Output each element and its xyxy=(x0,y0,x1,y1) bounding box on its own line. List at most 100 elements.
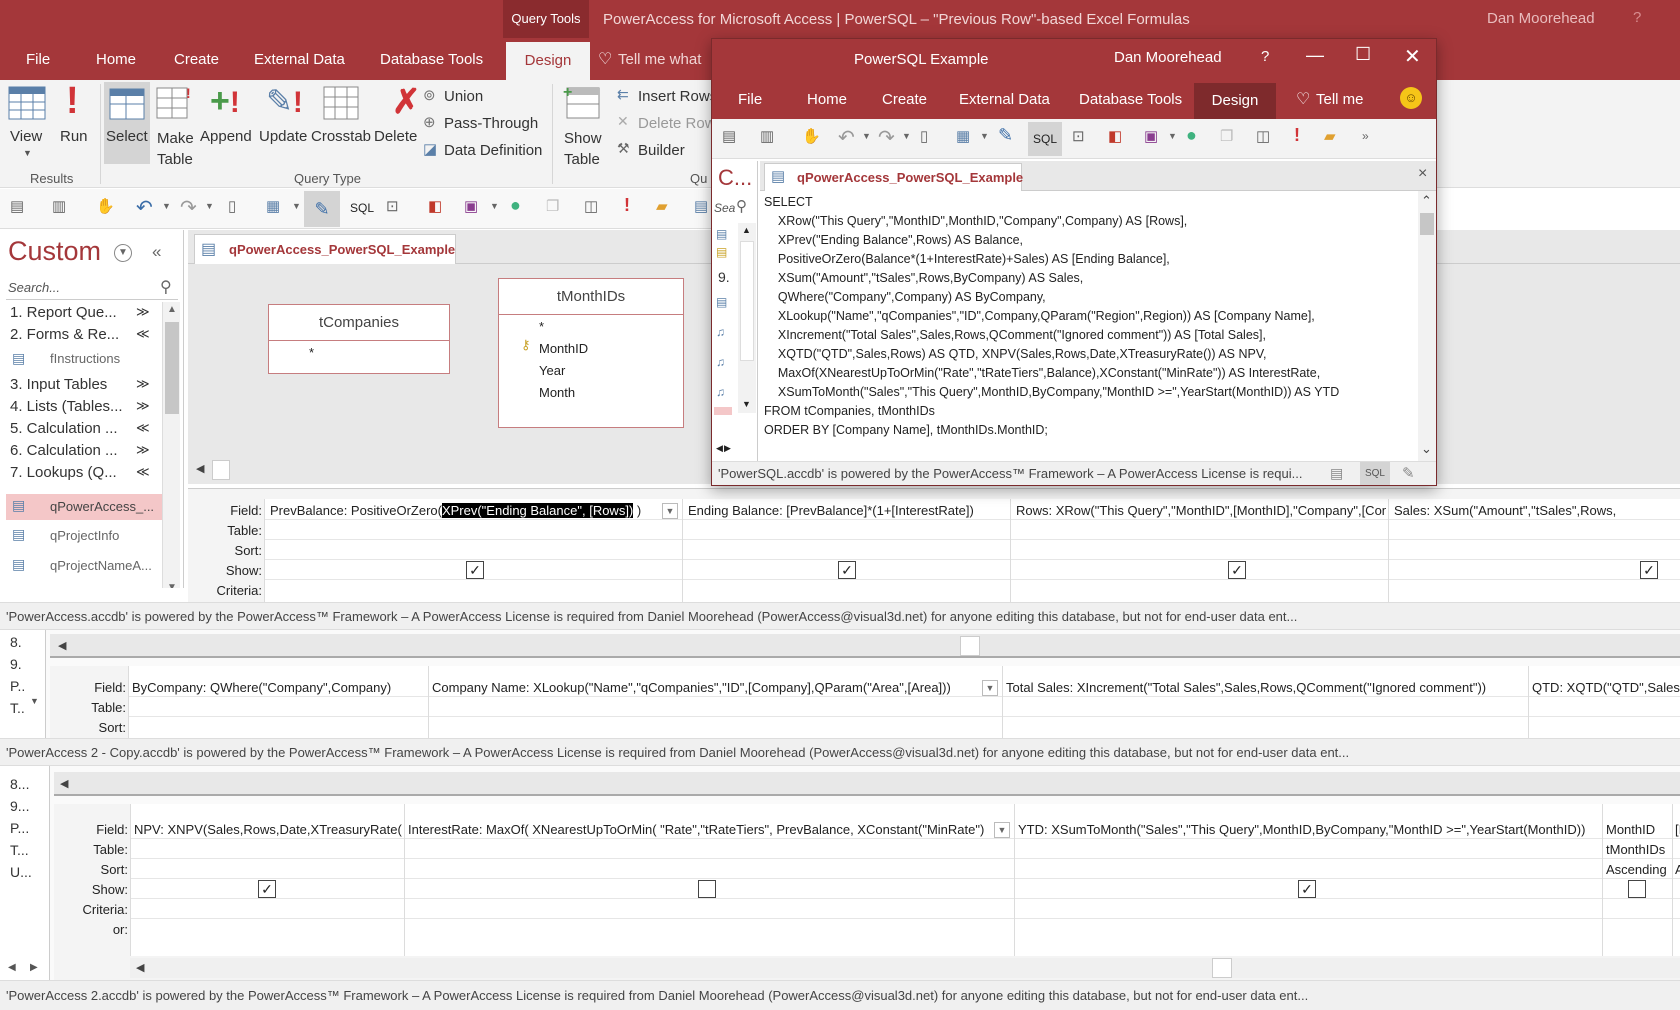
scroll-down-icon[interactable]: ▼ xyxy=(30,696,39,706)
open-db-icon[interactable]: ▥ xyxy=(52,197,66,215)
nav-group-chevron-icon[interactable]: ≫ xyxy=(136,442,150,458)
nav-group-calculation-2[interactable]: 6. Calculation ... xyxy=(10,442,118,459)
field-month[interactable]: Month xyxy=(539,385,575,400)
tab-design[interactable]: Design xyxy=(506,42,590,80)
popup-help-icon[interactable]: ? xyxy=(1261,48,1269,65)
popup-tab-external-data[interactable]: External Data xyxy=(959,91,1050,108)
field-dropdown-icon[interactable]: ▼ xyxy=(982,680,998,696)
scroll-right-icon[interactable]: ▶ xyxy=(30,962,38,973)
show-checkbox[interactable]: ✓ xyxy=(1298,880,1316,898)
popup-close-document-icon[interactable]: × xyxy=(1418,165,1427,183)
export-icon[interactable]: ◫ xyxy=(1256,127,1270,145)
popup-nav-title[interactable]: C... xyxy=(718,165,752,191)
nav-item[interactable]: U... xyxy=(10,864,32,880)
tab-external-data[interactable]: External Data xyxy=(254,51,345,68)
scroll-left-icon[interactable]: ◀ xyxy=(58,639,66,652)
nav-scrollbar[interactable]: ▲ ▼ xyxy=(162,302,180,598)
field-cell-company-name[interactable]: Company Name: XLookup("Name","qCompanies… xyxy=(432,680,972,695)
scroll-left-icon[interactable]: ◀ xyxy=(136,961,144,974)
undo-dropdown-icon[interactable]: ▼ xyxy=(162,201,171,211)
nav-group-forms[interactable]: 2. Forms & Re... xyxy=(10,326,119,343)
scroll-up-icon[interactable]: ⌃ xyxy=(1421,193,1432,209)
append-icon[interactable]: +! xyxy=(210,82,240,121)
scroll-thumb[interactable] xyxy=(212,460,230,480)
show-checkbox[interactable] xyxy=(1628,880,1646,898)
nav-item[interactable]: P... xyxy=(10,820,29,836)
design-view-small-icon[interactable]: ✎ xyxy=(1402,464,1415,482)
popup-nav-search[interactable]: Sea xyxy=(714,201,735,215)
scroll-left-icon[interactable]: ◀ xyxy=(716,443,723,454)
field-cell-ytd[interactable]: YTD: XSumToMonth("Sales","This Query",Mo… xyxy=(1018,822,1600,837)
save-icon[interactable]: ▣ xyxy=(464,197,478,215)
copy-icon[interactable]: ❐ xyxy=(546,197,559,215)
select-button[interactable]: Select xyxy=(106,128,148,145)
document-icon[interactable]: ▯ xyxy=(920,127,928,145)
update-button[interactable]: Update xyxy=(259,128,307,145)
scroll-thumb[interactable] xyxy=(1420,213,1434,235)
sql-vscroll[interactable]: ⌃ ⌄ xyxy=(1418,191,1436,461)
nav-group-lookups[interactable]: 7. Lookups (Q... xyxy=(10,464,117,481)
scroll-up-icon[interactable]: ▲ xyxy=(167,304,177,315)
document-icon[interactable]: ▯ xyxy=(228,197,236,215)
make-table-button[interactable]: Make Table xyxy=(157,128,194,170)
nav-item-qprojectinfo[interactable]: qProjectInfo xyxy=(50,528,119,543)
user-name[interactable]: Dan Moorehead xyxy=(1487,10,1595,27)
show-table-icon[interactable]: + xyxy=(563,84,601,120)
crosstab-button[interactable]: Crosstab xyxy=(311,128,371,145)
save-dropdown-icon[interactable]: ▼ xyxy=(1168,131,1177,141)
run-small-icon[interactable]: ! xyxy=(1294,125,1300,146)
query-icon[interactable]: ⊡ xyxy=(386,197,399,215)
union-button[interactable]: Union xyxy=(444,88,483,105)
nav-group-calculation-1[interactable]: 5. Calculation ... xyxy=(10,420,118,437)
datasheet-view-icon[interactable] xyxy=(8,86,46,120)
append-button[interactable]: Append xyxy=(200,128,252,145)
nav-item[interactable]: T.. xyxy=(10,700,25,716)
show-table-button[interactable]: Show Table xyxy=(564,128,602,170)
popup-tab-database-tools[interactable]: Database Tools xyxy=(1079,91,1182,108)
nav-group-input-tables[interactable]: 3. Input Tables xyxy=(10,376,107,393)
scroll-thumb[interactable] xyxy=(740,241,754,361)
nav-item-qprojectname[interactable]: qProjectNameA... xyxy=(50,558,152,573)
scroll-thumb[interactable] xyxy=(165,322,179,414)
nav-group-lists[interactable]: 4. Lists (Tables... xyxy=(10,398,123,415)
document-tab[interactable]: ▤ qPowerAccess_PowerSQL_Example xyxy=(194,234,456,264)
search-icon[interactable]: ⚲ xyxy=(736,197,747,215)
nav-group-chevron-icon[interactable]: ≪ xyxy=(136,464,150,480)
update-icon[interactable]: ✎! xyxy=(266,82,303,120)
field-cell-qtd[interactable]: QTD: XQTD("QTD",Sales,R xyxy=(1532,680,1680,695)
scroll-down-icon[interactable]: ▼ xyxy=(742,399,751,409)
overflow-icon[interactable]: » xyxy=(1362,129,1369,143)
open-db-icon[interactable]: ▥ xyxy=(760,127,774,145)
field-cell-rows[interactable]: Rows: XRow("This Query","MonthID",[Month… xyxy=(1016,503,1386,518)
popup-tab-file[interactable]: File xyxy=(738,91,762,108)
table-tmonthids[interactable]: tMonthIDs * ⚷ MonthID Year Month xyxy=(498,278,684,428)
refresh-icon[interactable]: ● xyxy=(510,195,521,216)
scroll-down-icon[interactable]: ⌄ xyxy=(1421,441,1432,457)
nav-group-chevron-icon[interactable]: ≪ xyxy=(136,326,150,342)
delete-button[interactable]: Delete xyxy=(374,128,417,145)
nav-group-chevron-icon[interactable]: ≫ xyxy=(136,376,150,392)
sort-cell-monthid[interactable]: Ascending xyxy=(1606,862,1670,877)
show-checkbox[interactable]: ✓ xyxy=(258,880,276,898)
design-view-icon[interactable]: ✎ xyxy=(998,125,1013,146)
redo-icon[interactable]: ↷ xyxy=(180,195,197,220)
field-cell-prevbalance[interactable]: PrevBalance: PositiveOrZero(XPrev("Endin… xyxy=(270,503,670,518)
access-icon[interactable]: ◧ xyxy=(1108,127,1122,145)
smiley-icon[interactable]: ☺ xyxy=(1400,87,1422,109)
datasheet-view-small-icon[interactable]: ▤ xyxy=(1330,465,1343,482)
tab-database-tools[interactable]: Database Tools xyxy=(380,51,483,68)
popup-document-tab[interactable]: ▤ qPowerAccess_PowerSQL_Example xyxy=(764,163,1023,191)
show-checkbox[interactable]: ✓ xyxy=(838,561,856,579)
field-cell-total-sales[interactable]: Total Sales: XIncrement("Total Sales",Sa… xyxy=(1006,680,1526,695)
field-cell-npv[interactable]: NPV: XNPV(Sales,Rows,Date,XTreasuryRate(… xyxy=(134,822,402,837)
popup-tab-design[interactable]: Design xyxy=(1194,83,1276,119)
nav-title[interactable]: Custom xyxy=(8,236,101,267)
scroll-thumb[interactable] xyxy=(960,636,980,656)
design-view-button[interactable]: ✎ xyxy=(304,191,340,227)
datasheet-icon[interactable]: ▦ xyxy=(266,197,280,215)
popup-user[interactable]: Dan Moorehead xyxy=(1114,49,1222,66)
insert-rows-button[interactable]: Insert Rows xyxy=(638,88,717,105)
popup-tab-create[interactable]: Create xyxy=(882,91,927,108)
refresh-icon[interactable]: ● xyxy=(1186,125,1197,146)
tab-file[interactable]: File xyxy=(26,51,50,68)
